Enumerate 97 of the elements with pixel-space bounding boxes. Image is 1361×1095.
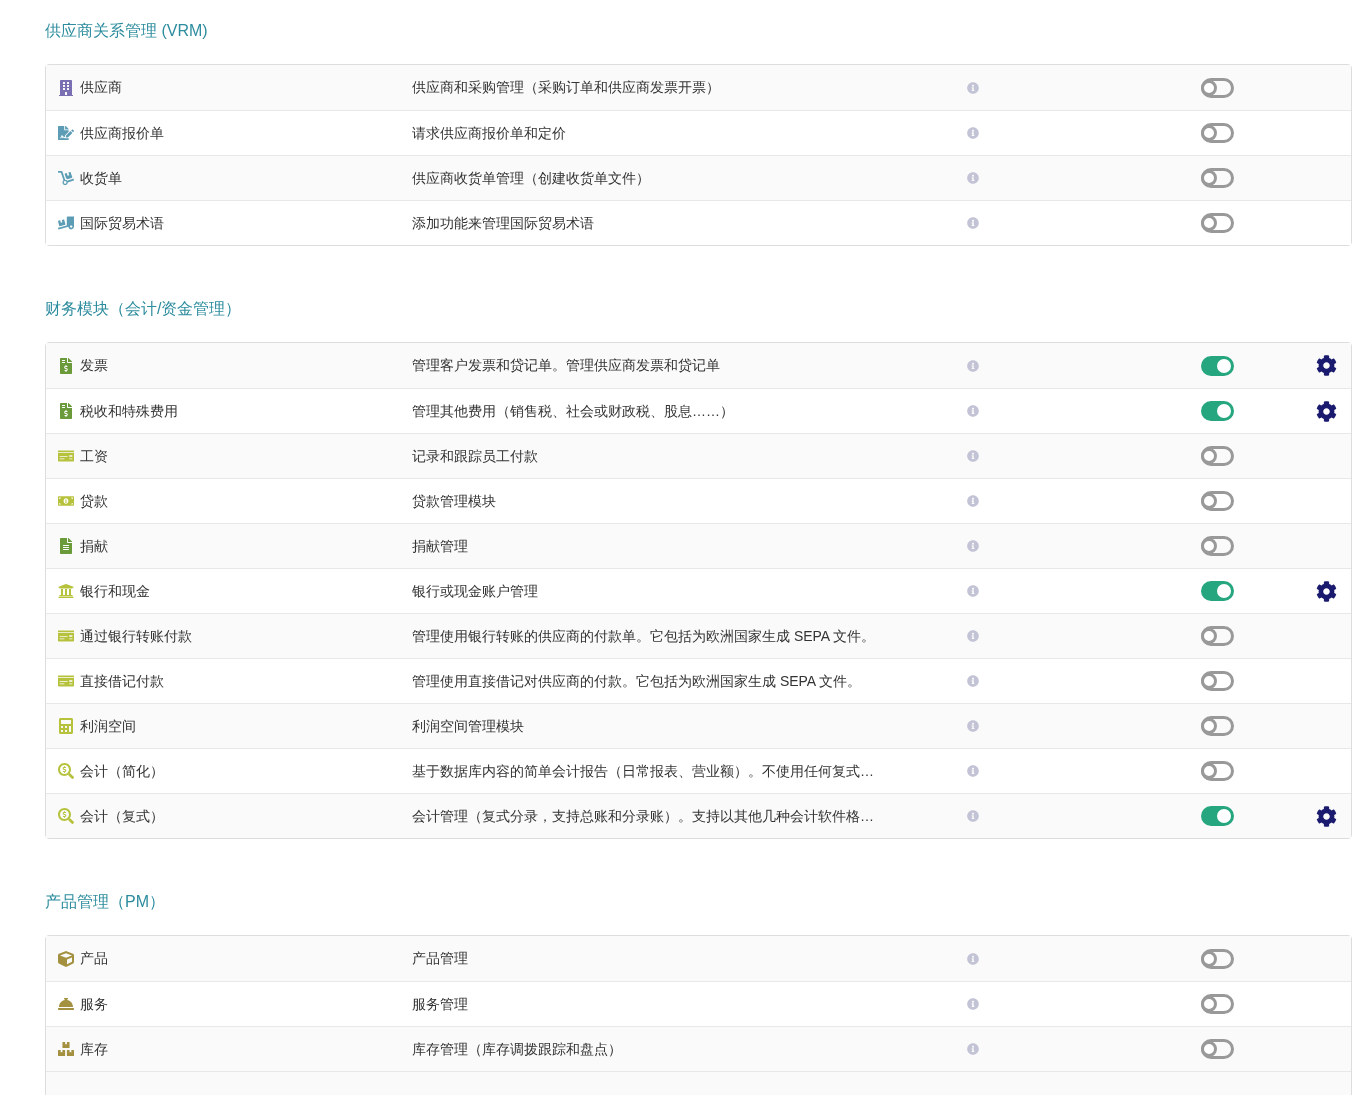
info-icon[interactable] [967,675,979,687]
module-description: 基于数据库内容的简单会计报告（日常报表、营业额）。不使用任何复式… [412,761,875,781]
module-description: 产品管理 [412,949,469,968]
toggle-switch[interactable] [1201,716,1234,736]
toggle-switch[interactable] [1201,761,1234,781]
info-icon[interactable] [967,127,979,139]
invoice-icon [58,357,74,374]
module-name: 服务 [80,994,108,1014]
module-description: 贷款管理模块 [412,491,497,511]
info-icon[interactable] [967,998,979,1010]
info-icon[interactable] [967,630,979,642]
section-title: 产品管理（PM） [45,892,166,912]
settings-icon[interactable] [1316,400,1337,422]
info-icon[interactable] [967,810,979,822]
module-name: 通过银行转账付款 [80,626,192,646]
info-icon[interactable] [967,495,979,507]
boxes-icon [58,1041,74,1057]
module-name: 捐献 [80,536,108,556]
module-description: 请求供应商报价单和定价 [412,123,567,143]
toggle-switch[interactable] [1201,994,1234,1014]
toggle-switch[interactable] [1201,123,1234,143]
settings-icon[interactable] [1316,805,1337,827]
service-bell-icon [58,996,74,1012]
info-icon[interactable] [967,405,979,417]
module-name: 会计（简化） [80,761,164,781]
section-title: 供应商关系管理 (VRM) [45,21,209,41]
toggle-switch[interactable] [1201,77,1234,98]
truck-loading-icon [58,215,74,231]
module-description: 银行或现金账户管理 [412,581,539,601]
module-description: 添加功能来管理国际贸易术语 [412,213,595,233]
magnifier-dollar-icon [58,808,74,824]
toggle-switch[interactable] [1201,401,1234,421]
module-name: 工资 [80,446,108,466]
check-card-icon [58,673,74,689]
info-icon[interactable] [967,172,979,184]
section-title: 财务模块（会计/资金管理） [45,299,243,319]
magnifier-dollar-icon [58,763,74,779]
module-description: 管理其他费用（销售税、社会或财政税、股息……） [412,401,735,421]
module-description: 管理客户发票和贷记单。管理供应商发票和贷记单 [412,356,721,375]
info-icon[interactable] [967,217,979,229]
cube-icon [58,950,74,967]
settings-icon[interactable] [1316,580,1337,602]
module-description: 管理使用银行转账的供应商的付款单。它包括为欧洲国家生成 SEPA 文件。 [412,626,877,646]
module-name: 贷款 [80,491,108,511]
module-name: 产品 [80,949,108,968]
toggle-switch[interactable] [1201,355,1234,376]
module-description: 供应商和采购管理（采购订单和供应商发票开票） [412,78,721,97]
module-name: 税收和特殊费用 [80,401,178,421]
module-description: 捐献管理 [412,536,469,556]
toggle-switch[interactable] [1201,446,1234,466]
module-description: 利润空间管理模块 [412,716,525,736]
check-card-icon [58,448,74,464]
bank-icon [58,583,74,599]
module-name: 银行和现金 [80,581,150,601]
settings-icon[interactable] [1316,355,1337,376]
module-description: 会计管理（复式分录，支持总账和分录账）。支持以其他几种会计软件格… [412,806,875,826]
toggle-switch[interactable] [1201,491,1234,511]
module-name: 直接借记付款 [80,671,164,691]
toggle-switch[interactable] [1201,671,1234,691]
info-icon[interactable] [967,1043,979,1055]
toggle-switch[interactable] [1201,806,1234,826]
invoice-icon [58,403,74,419]
toggle-switch[interactable] [1201,168,1234,188]
module-description: 供应商收货单管理（创建收货单文件） [412,168,651,188]
toggle-switch[interactable] [1201,1039,1234,1059]
module-name: 供应商 [80,78,122,97]
info-icon[interactable] [967,585,979,597]
module-description: 服务管理 [412,994,469,1014]
module-description: 库存管理（库存调拨跟踪和盘点） [412,1039,623,1059]
info-icon[interactable] [967,765,979,777]
calculator-icon [58,718,74,734]
module-name: 发票 [80,356,108,375]
module-name: 库存 [80,1039,108,1059]
module-name: 收货单 [80,168,122,188]
module-description: 记录和跟踪员工付款 [412,446,539,466]
document-icon [58,538,74,554]
banknote-icon [58,493,74,509]
hand-truck-icon [58,170,74,186]
info-icon[interactable] [967,450,979,462]
module-name: 会计（复式） [80,806,164,826]
toggle-switch[interactable] [1201,213,1234,233]
check-card-icon [58,628,74,644]
module-name: 供应商报价单 [80,123,164,143]
info-icon[interactable] [967,359,979,372]
info-icon[interactable] [967,540,979,552]
toggle-switch[interactable] [1201,948,1234,969]
toggle-switch[interactable] [1201,581,1234,601]
toggle-switch[interactable] [1201,626,1234,646]
module-name: 利润空间 [80,716,136,736]
toggle-switch[interactable] [1201,536,1234,556]
info-icon[interactable] [967,952,979,965]
module-description: 管理使用直接借记对供应商的付款。它包括为欧洲国家生成 SEPA 文件。 [412,671,863,691]
building-icon [58,79,74,96]
signed-document-icon [58,125,74,141]
info-icon[interactable] [967,81,979,94]
module-name: 国际贸易术语 [80,213,164,233]
info-icon[interactable] [967,720,979,732]
